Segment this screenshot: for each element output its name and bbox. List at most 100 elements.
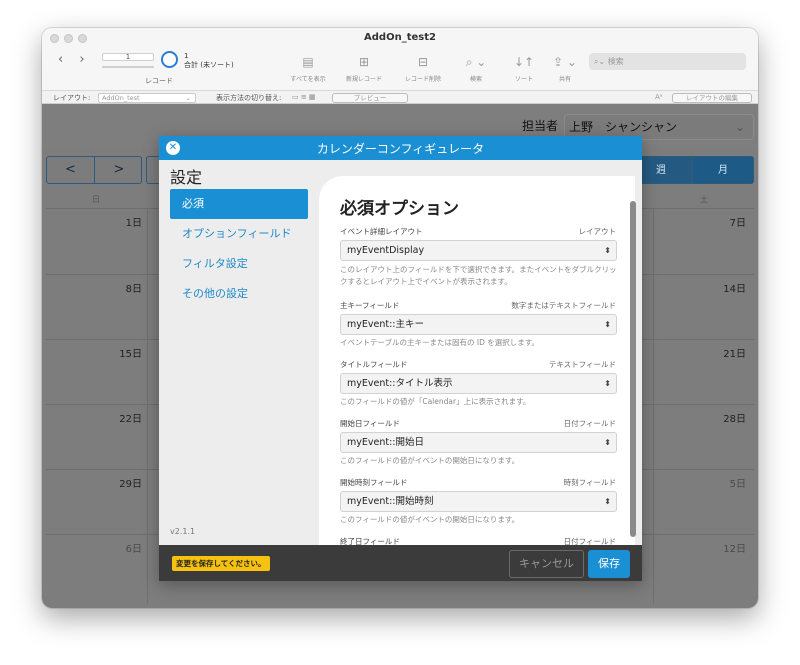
new-record-icon: ⊞	[358, 55, 370, 69]
select-value: myEvent::開始日	[347, 437, 424, 448]
field-type: 数字またはテキストフィールド	[511, 301, 616, 310]
record-sort-status: 合計 (未ソート)	[184, 61, 234, 69]
start-date-select[interactable]: myEvent::開始日 ⬍	[340, 432, 617, 453]
calendar-configurator-dialog: ✕ カレンダーコンフィギュレータ 設定 必須 オプションフィールド フィルタ設定…	[159, 136, 642, 581]
next-month-button[interactable]: >	[95, 157, 143, 183]
day-cell[interactable]: 6日	[96, 540, 142, 555]
cancel-button[interactable]: キャンセル	[509, 550, 584, 578]
edit-layout-button[interactable]: レイアウトの編集	[672, 93, 752, 103]
record-count: 1 合計 (未ソート)	[184, 52, 234, 70]
delete-record-icon: ⊟	[417, 55, 429, 69]
delete-record-button[interactable]: ⊟ レコード削除	[398, 54, 448, 83]
record-progress-icon	[161, 51, 178, 68]
show-all-icon: ▤	[302, 55, 314, 69]
dialog-title-bar: ✕ カレンダーコンフィギュレータ	[159, 136, 642, 160]
day-cell[interactable]: 14日	[696, 280, 746, 295]
sidebar-item-required[interactable]: 必須	[170, 189, 308, 219]
day-cell[interactable]: 21日	[696, 345, 746, 360]
event-layout-select[interactable]: myEventDisplay ⬍	[340, 240, 617, 261]
sidebar-item-other-settings[interactable]: その他の設定	[170, 279, 308, 309]
field-type: 時刻フィールド	[563, 478, 616, 487]
day-cell[interactable]: 22日	[96, 410, 142, 425]
share-button[interactable]: ⇪ ⌄ 共有	[540, 54, 590, 83]
record-label: レコード	[145, 77, 173, 85]
select-arrows-icon: ⬍	[604, 438, 611, 447]
save-button[interactable]: 保存	[588, 550, 630, 578]
dialog-footer: 変更を保存してください。 キャンセル 保存	[159, 545, 642, 581]
preview-button[interactable]: プレビュー	[332, 93, 408, 103]
assignee-value: 上野 シャンシャン	[569, 120, 678, 134]
start-time-select[interactable]: myEvent::開始時刻 ⬍	[340, 491, 617, 512]
day-cell[interactable]: 12日	[696, 540, 746, 555]
field-help: このレイアウト上のフィールドを下で選択できます。またイベントをダブルクリックする…	[340, 265, 617, 286]
field-label: 開始時刻フィールド	[340, 478, 408, 487]
dialog-title: カレンダーコンフィギュレータ	[316, 142, 485, 156]
record-nav-arrows[interactable]: ‹ ›	[58, 52, 91, 67]
prev-month-button[interactable]: <	[47, 157, 95, 183]
search-input[interactable]: ⌕⌄ 検索	[589, 53, 746, 70]
sidebar-item-optional-fields[interactable]: オプションフィールド	[170, 219, 308, 249]
layout-select[interactable]: AddOn_test ⌄	[98, 93, 196, 103]
text-format-icon[interactable]: Aᵃ	[655, 93, 663, 101]
view-as-icons[interactable]: ▭ ≡ ▦	[292, 93, 316, 101]
select-value: myEvent::タイトル表示	[347, 378, 453, 389]
show-all-label: すべてを表示	[290, 76, 326, 83]
record-slider-track[interactable]	[102, 66, 154, 68]
grid-line	[147, 208, 148, 604]
select-arrows-icon: ⬍	[604, 497, 611, 506]
save-notice-badge: 変更を保存してください。	[172, 556, 270, 571]
day-cell[interactable]: 8日	[96, 280, 142, 295]
field-label: 終了日フィールド	[340, 537, 400, 545]
field-help: このフィールドの値がイベントの開始日になります。	[340, 456, 520, 465]
field-label: 開始日フィールド	[340, 419, 400, 428]
month-view-button[interactable]: 月	[692, 156, 754, 184]
field-help: このフィールドの値が「Calendar」上に表示されます。	[340, 397, 531, 406]
field-label: イベント詳細レイアウト	[340, 227, 423, 236]
calendar-nav: < >	[46, 156, 142, 184]
dow-sunday: 日	[92, 195, 100, 204]
select-arrows-icon: ⬍	[604, 379, 611, 388]
panel-scrollbar[interactable]	[630, 201, 636, 537]
preview-label: プレビュー	[353, 94, 387, 102]
find-button[interactable]: ⌕ ⌄ 検索	[451, 54, 501, 83]
field-type: 日付フィールド	[563, 537, 616, 545]
select-arrows-icon: ⬍	[604, 320, 611, 329]
day-cell[interactable]: 1日	[96, 214, 142, 229]
new-record-button[interactable]: ⊞ 新規レコード	[339, 54, 389, 83]
select-value: myEvent::主キー	[347, 319, 424, 330]
select-value: myEventDisplay	[347, 245, 425, 256]
sidebar-item-filter-settings[interactable]: フィルタ設定	[170, 249, 308, 279]
field-label: タイトルフィールド	[340, 360, 408, 369]
title-field-select[interactable]: myEvent::タイトル表示 ⬍	[340, 373, 617, 394]
select-value: myEvent::開始時刻	[347, 496, 434, 507]
day-cell[interactable]: 28日	[696, 410, 746, 425]
search-field-icon: ⌕⌄	[594, 57, 608, 66]
panel-heading: 必須オプション	[340, 199, 459, 219]
primary-key-select[interactable]: myEvent::主キー ⬍	[340, 314, 617, 335]
edit-layout-label: レイアウトの編集	[686, 94, 738, 102]
titlebar: AddOn_test2 ‹ › 1 1 合計 (未ソート) レコード ▤ すべて…	[42, 28, 758, 90]
day-cell[interactable]: 15日	[96, 345, 142, 360]
today-button[interactable]	[146, 156, 160, 184]
find-label: 検索	[469, 76, 482, 83]
field-help: イベントテーブルの主キーまたは固有の ID を選択します。	[340, 338, 540, 347]
day-cell[interactable]: 7日	[696, 214, 746, 229]
field-help: このフィールドの値がイベントの開始日になります。	[340, 515, 520, 524]
dow-saturday: 土	[700, 195, 708, 204]
show-all-button[interactable]: ▤ すべてを表示	[283, 54, 333, 83]
window-title: AddOn_test2	[364, 32, 436, 43]
search-placeholder: 検索	[607, 57, 624, 66]
day-cell[interactable]: 29日	[96, 475, 142, 490]
dialog-body: 設定 必須 オプションフィールド フィルタ設定 その他の設定 v2.1.1 必須…	[159, 160, 642, 545]
layout-bar: レイアウト: AddOn_test ⌄ 表示方法の切り替え: ▭ ≡ ▦ プレビ…	[42, 90, 758, 104]
field-type: 日付フィールド	[563, 419, 616, 428]
new-record-label: 新規レコード	[345, 76, 382, 83]
field-label: 主キーフィールド	[340, 301, 400, 310]
share-label: 共有	[558, 76, 571, 83]
day-cell[interactable]: 5日	[696, 475, 746, 490]
record-number-input[interactable]: 1	[102, 53, 154, 61]
field-type: テキストフィールド	[548, 360, 616, 369]
delete-record-label: レコード削除	[404, 76, 441, 83]
grid-line	[653, 208, 654, 604]
assignee-label: 担当者	[522, 119, 559, 133]
